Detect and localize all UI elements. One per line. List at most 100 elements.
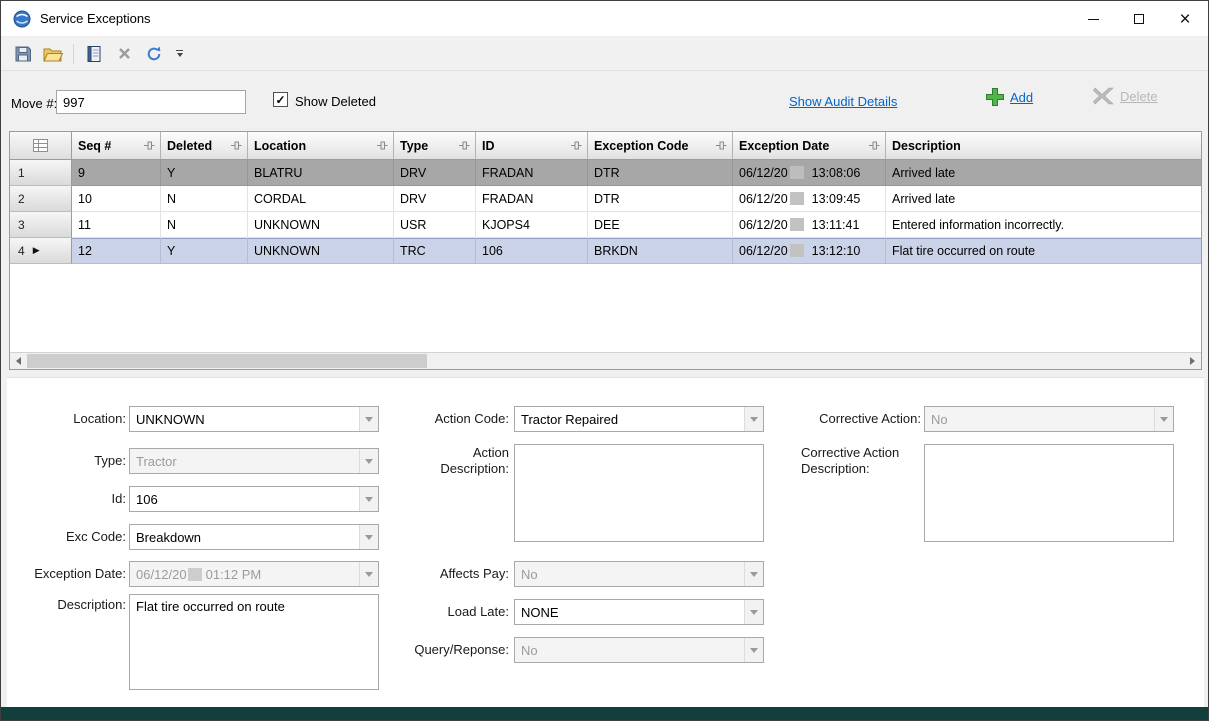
toolbar-delete-button[interactable] xyxy=(112,42,136,66)
close-button[interactable]: × xyxy=(1162,1,1208,37)
cell-exc_code[interactable]: DTR xyxy=(588,160,733,186)
grid-corner-button[interactable] xyxy=(10,132,72,159)
cell-seq[interactable]: 12 xyxy=(72,238,161,264)
cell-exc_code[interactable]: DEE xyxy=(588,212,733,238)
cell-type[interactable]: TRC xyxy=(394,238,476,264)
save-button[interactable] xyxy=(11,42,35,66)
query-response-label: Query/Reponse: xyxy=(337,642,509,658)
cell-location[interactable]: BLATRU xyxy=(248,160,394,186)
cell-location[interactable]: UNKNOWN xyxy=(248,212,394,238)
row-selector[interactable]: 4▶ xyxy=(10,238,72,264)
grid-row[interactable]: 311NUNKNOWNUSRKJOPS4DEE06/12/2013:11:41E… xyxy=(10,212,1201,238)
cell-deleted[interactable]: Y xyxy=(161,160,248,186)
open-button[interactable] xyxy=(41,42,65,66)
column-header-deleted[interactable]: Deleted xyxy=(161,132,248,159)
cell-exc_date[interactable]: 06/12/2013:08:06 xyxy=(733,160,886,186)
column-header-description[interactable]: Description xyxy=(886,132,1201,159)
column-header-label: Exception Date xyxy=(739,139,829,153)
cell-seq[interactable]: 9 xyxy=(72,160,161,186)
column-header-id[interactable]: ID xyxy=(476,132,588,159)
cell-deleted[interactable]: Y xyxy=(161,238,248,264)
row-number: 1 xyxy=(18,166,25,180)
corrective-action-description-textarea[interactable] xyxy=(924,444,1174,542)
pin-icon[interactable] xyxy=(869,140,880,151)
move-number-label: Move #: xyxy=(11,96,57,111)
exception-time-text: 13:08:06 xyxy=(812,166,861,180)
bottom-bar xyxy=(1,707,1208,720)
chevron-down-icon[interactable] xyxy=(744,407,763,431)
cell-seq[interactable]: 10 xyxy=(72,186,161,212)
cell-exc_date[interactable]: 06/12/2013:09:45 xyxy=(733,186,886,212)
delete-button[interactable]: Delete xyxy=(1093,87,1158,105)
id-dropdown[interactable]: 106 xyxy=(129,486,379,512)
pin-icon[interactable] xyxy=(231,140,242,151)
cell-description[interactable]: Arrived late xyxy=(886,186,1201,212)
cell-exc_code[interactable]: BRKDN xyxy=(588,238,733,264)
refresh-button[interactable] xyxy=(142,42,166,66)
cell-deleted[interactable]: N xyxy=(161,186,248,212)
row-selector[interactable]: 2 xyxy=(10,186,72,212)
action-description-textarea[interactable] xyxy=(514,444,764,542)
scrollbar-thumb[interactable] xyxy=(27,354,427,368)
horizontal-scrollbar[interactable] xyxy=(10,352,1201,369)
add-label: Add xyxy=(1010,90,1033,105)
cell-seq[interactable]: 11 xyxy=(72,212,161,238)
grid-header-row: Seq #DeletedLocationTypeIDException Code… xyxy=(10,132,1201,160)
show-audit-details-link[interactable]: Show Audit Details xyxy=(789,94,897,109)
cell-id[interactable]: FRADAN xyxy=(476,186,588,212)
exc-code-value: Breakdown xyxy=(130,525,359,549)
cell-description[interactable]: Flat tire occurred on route xyxy=(886,238,1201,264)
grid-row[interactable]: 210NCORDALDRVFRADANDTR06/12/2013:09:45Ar… xyxy=(10,186,1201,212)
exceptions-grid: Seq #DeletedLocationTypeIDException Code… xyxy=(9,131,1202,370)
move-number-input[interactable] xyxy=(56,90,246,114)
cell-type[interactable]: DRV xyxy=(394,160,476,186)
cell-description[interactable]: Entered information incorrectly. xyxy=(886,212,1201,238)
exc-code-dropdown[interactable]: Breakdown xyxy=(129,524,379,550)
row-selector[interactable]: 3 xyxy=(10,212,72,238)
column-header-exc_code[interactable]: Exception Code xyxy=(588,132,733,159)
grid-row[interactable]: 1 9YBLATRUDRVFRADANDTR06/12/2013:08:06Arr… xyxy=(10,160,1201,186)
cell-id[interactable]: KJOPS4 xyxy=(476,212,588,238)
show-deleted-label: Show Deleted xyxy=(295,94,376,109)
column-header-location[interactable]: Location xyxy=(248,132,394,159)
redacted-year xyxy=(790,192,804,205)
app-icon xyxy=(13,10,31,28)
grid-row[interactable]: 4▶12YUNKNOWNTRC106BRKDN06/12/2013:12:10F… xyxy=(10,238,1201,264)
minimize-button[interactable] xyxy=(1070,1,1116,37)
scroll-left-button[interactable] xyxy=(10,353,27,369)
action-code-dropdown[interactable]: Tractor Repaired xyxy=(514,406,764,432)
pin-icon[interactable] xyxy=(459,140,470,151)
add-button[interactable]: Add xyxy=(984,86,1033,108)
column-header-seq[interactable]: Seq # xyxy=(72,132,161,159)
cell-description[interactable]: Arrived late xyxy=(886,160,1201,186)
window-controls: × xyxy=(1070,1,1208,37)
toolbar-options-button[interactable] xyxy=(176,50,183,57)
cell-type[interactable]: USR xyxy=(394,212,476,238)
pin-icon[interactable] xyxy=(377,140,388,151)
scroll-right-button[interactable] xyxy=(1184,353,1201,369)
cell-exc_code[interactable]: DTR xyxy=(588,186,733,212)
column-header-type[interactable]: Type xyxy=(394,132,476,159)
cell-location[interactable]: UNKNOWN xyxy=(248,238,394,264)
pin-icon[interactable] xyxy=(144,140,155,151)
journal-button[interactable] xyxy=(82,42,106,66)
cell-exc_date[interactable]: 06/12/2013:11:41 xyxy=(733,212,886,238)
cell-location[interactable]: CORDAL xyxy=(248,186,394,212)
chevron-down-icon[interactable] xyxy=(744,600,763,624)
type-label: Type: xyxy=(7,453,126,469)
load-late-dropdown[interactable]: NONE xyxy=(514,599,764,625)
column-header-exc_date[interactable]: Exception Date xyxy=(733,132,886,159)
cell-id[interactable]: 106 xyxy=(476,238,588,264)
cell-deleted[interactable]: N xyxy=(161,212,248,238)
chevron-down-icon[interactable] xyxy=(359,487,378,511)
show-deleted-checkbox[interactable]: ✓ xyxy=(273,92,288,107)
pin-icon[interactable] xyxy=(716,140,727,151)
maximize-button[interactable] xyxy=(1116,1,1162,37)
row-selector[interactable]: 1 xyxy=(10,160,72,186)
cell-id[interactable]: FRADAN xyxy=(476,160,588,186)
pin-icon[interactable] xyxy=(571,140,582,151)
cell-exc_date[interactable]: 06/12/2013:12:10 xyxy=(733,238,886,264)
detail-panel: Location: UNKNOWN Type: Tractor Id: 106 … xyxy=(7,377,1204,708)
cell-type[interactable]: DRV xyxy=(394,186,476,212)
chevron-down-icon[interactable] xyxy=(359,525,378,549)
